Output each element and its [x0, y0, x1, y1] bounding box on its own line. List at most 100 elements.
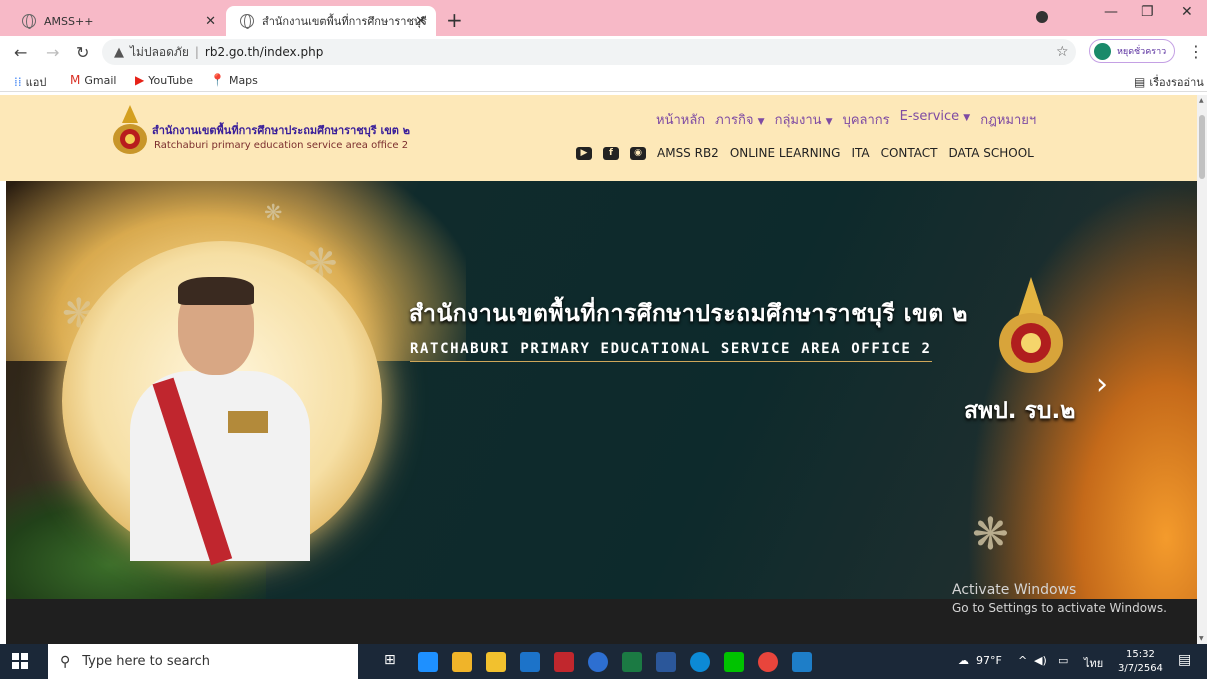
forward-icon[interactable]: →: [46, 43, 59, 62]
clock-date: 3/7/2564: [1118, 663, 1163, 674]
subnav-data-school[interactable]: DATA SCHOOL: [949, 146, 1034, 160]
bookmark-gmail[interactable]: M Gmail: [70, 73, 116, 87]
org-name-en[interactable]: Ratchaburi primary education service are…: [154, 140, 408, 151]
menu-icon[interactable]: ⋮: [1188, 42, 1204, 61]
banner-title-en: RATCHABURI PRIMARY EDUCATIONAL SERVICE A…: [410, 341, 932, 362]
edge-legacy-icon[interactable]: [418, 652, 438, 672]
tab-amss[interactable]: AMSS++ ✕: [8, 6, 226, 36]
chevron-down-icon: ▼: [825, 117, 833, 127]
file-explorer-icon[interactable]: [452, 652, 472, 672]
youtube-icon[interactable]: ▶: [576, 146, 592, 160]
globe-icon: [240, 14, 254, 29]
edge-icon[interactable]: [690, 652, 710, 672]
nav-personnel[interactable]: บุคลากร: [843, 109, 890, 130]
back-icon[interactable]: ←: [14, 43, 27, 62]
youtube-icon: ▶: [135, 73, 145, 87]
close-tab-icon[interactable]: ✕: [415, 14, 426, 29]
bookmark-apps[interactable]: ⁞⁞ แอป: [14, 73, 46, 91]
subnav-online-learning[interactable]: ONLINE LEARNING: [730, 146, 841, 160]
search-placeholder: Type here to search: [82, 654, 211, 669]
taskbar-search[interactable]: ⚲ Type here to search: [48, 644, 358, 679]
new-tab-button[interactable]: +: [446, 8, 463, 32]
portrait-hair: [178, 277, 254, 305]
portrait-medals: [228, 411, 268, 433]
subnav-amss[interactable]: AMSS RB2: [657, 146, 719, 160]
facebook-icon[interactable]: f: [603, 146, 619, 160]
scroll-up-icon[interactable]: ▲: [1199, 97, 1204, 104]
maps-icon: 📍: [210, 73, 225, 87]
org-seal-logo[interactable]: [112, 105, 148, 155]
profile-label: หยุดชั่วคราว: [1117, 47, 1167, 57]
store-icon[interactable]: [486, 652, 506, 672]
nav-label: ภารกิจ: [715, 113, 754, 128]
scroll-down-icon[interactable]: ▼: [1199, 635, 1204, 642]
ministry-emblem-logo: [999, 277, 1063, 373]
bookmark-label: YouTube: [148, 73, 193, 87]
excel-icon[interactable]: [622, 652, 642, 672]
task-view-icon[interactable]: ⊞: [384, 652, 404, 672]
weather-icon[interactable]: ☁: [958, 654, 969, 667]
scroll-thumb[interactable]: [1199, 115, 1205, 179]
profile-indicator-icon[interactable]: [1036, 11, 1048, 23]
bookmark-youtube[interactable]: ▶ YouTube: [135, 73, 193, 87]
profile-button[interactable]: หยุดชั่วคราว: [1089, 39, 1175, 63]
mail-icon[interactable]: [520, 652, 540, 672]
divider: |: [194, 45, 199, 59]
line-icon[interactable]: ◉: [630, 146, 646, 160]
clock[interactable]: 15:32 3/7/2564: [1118, 648, 1163, 676]
subnav-ita[interactable]: ITA: [851, 146, 869, 160]
browser-chrome: AMSS++ ✕ สำนักงานเขตพื้นที่การศึกษาราชบุ…: [0, 0, 1207, 96]
input-language[interactable]: ไทย: [1084, 654, 1103, 672]
photos-icon[interactable]: [792, 652, 812, 672]
carousel-next-icon[interactable]: ›: [1096, 367, 1108, 402]
url-text[interactable]: rb2.go.th/index.php: [205, 45, 323, 59]
hero-banner[interactable]: ❋ ❋ ❋ ❋ สำนักงานเขตพื้นที่การศึกษาประถมศ…: [6, 181, 1197, 599]
close-window-button[interactable]: ✕: [1181, 4, 1193, 20]
sub-nav: ▶ f ◉ AMSS RB2 ONLINE LEARNING ITA CONTA…: [576, 146, 1034, 160]
subnav-contact[interactable]: CONTACT: [881, 146, 938, 160]
ornament-icon: ❋: [264, 201, 283, 226]
warning-icon[interactable]: ▲: [114, 45, 124, 60]
reload-icon[interactable]: ↻: [76, 43, 89, 62]
bookmark-maps[interactable]: 📍 Maps: [210, 73, 258, 87]
globe-icon: [22, 14, 36, 29]
tab-title: AMSS++: [44, 14, 94, 28]
notifications-icon[interactable]: ▤: [1178, 652, 1191, 668]
word-icon[interactable]: [656, 652, 676, 672]
nav-eservice[interactable]: E-service ▼: [900, 109, 971, 130]
weather-temp[interactable]: 97°F: [976, 654, 1002, 667]
reading-list-icon: ▤: [1134, 75, 1146, 89]
security-status[interactable]: ไม่ปลอดภัย: [130, 43, 189, 62]
chrome-icon[interactable]: [758, 652, 778, 672]
chromium-icon[interactable]: [588, 652, 608, 672]
search-icon: ⚲: [60, 653, 71, 670]
red-app-icon[interactable]: [554, 652, 574, 672]
restore-button[interactable]: ❐: [1141, 4, 1154, 20]
site-header: สำนักงานเขตพื้นที่การศึกษาประถมศึกษาราชบ…: [0, 95, 1197, 181]
chevron-down-icon: ▼: [963, 113, 971, 123]
minimize-button[interactable]: —: [1104, 4, 1118, 20]
org-name-th[interactable]: สำนักงานเขตพื้นที่การศึกษาประถมศึกษาราชบ…: [152, 121, 410, 139]
line-app-icon[interactable]: [724, 652, 744, 672]
gmail-icon: M: [70, 73, 81, 87]
nav-groups[interactable]: กลุ่มงาน ▼: [775, 109, 833, 130]
tab-rb2[interactable]: สำนักงานเขตพื้นที่การศึกษาราชบุรี เข ✕: [226, 6, 436, 36]
reading-list-label: เรื่องรออ่าน: [1149, 76, 1204, 89]
bookmark-star-icon[interactable]: ☆: [1056, 44, 1069, 60]
windows-taskbar: ⚲ Type here to search ⊞ ☁ 97°F ^ ◀) ▭ ไท…: [0, 644, 1207, 679]
nav-home[interactable]: หน้าหลัก: [656, 109, 705, 130]
network-icon[interactable]: ▭: [1058, 654, 1068, 667]
windows-start-icon[interactable]: [12, 653, 28, 669]
close-tab-icon[interactable]: ✕: [205, 14, 216, 29]
reading-list[interactable]: ▤ เรื่องรออ่าน: [1134, 73, 1204, 91]
omnibox[interactable]: ▲ ไม่ปลอดภัย | rb2.go.th/index.php: [102, 39, 1076, 65]
volume-icon[interactable]: ◀): [1034, 654, 1047, 667]
tray-chevron-icon[interactable]: ^: [1018, 654, 1027, 667]
nav-law[interactable]: กฎหมายฯ: [980, 109, 1036, 130]
address-bar-row: ← → ↻ ▲ ไม่ปลอดภัย | rb2.go.th/index.php…: [0, 36, 1207, 68]
activate-windows-hint: Go to Settings to activate Windows.: [952, 601, 1167, 615]
ornament-icon: ❋: [972, 509, 1009, 560]
nav-mission[interactable]: ภารกิจ ▼: [715, 109, 764, 130]
bookmark-label: Gmail: [84, 73, 117, 87]
page-scrollbar[interactable]: ▲ ▼: [1197, 95, 1207, 644]
